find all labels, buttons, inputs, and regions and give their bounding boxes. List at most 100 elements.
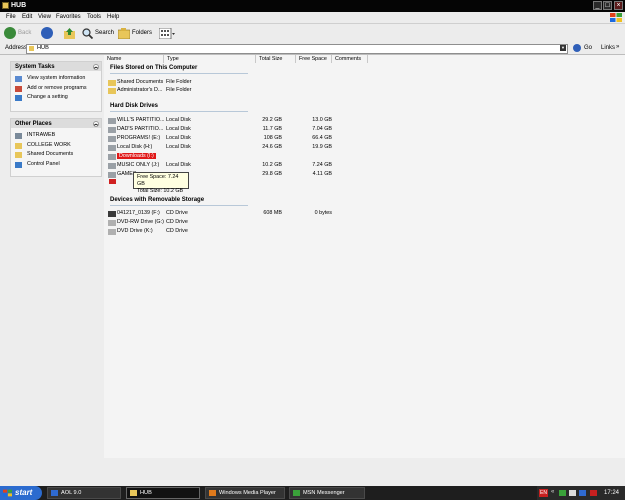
system-tasks-panel: System Tasks ︽ View system information A… xyxy=(10,61,102,112)
place-shared-documents[interactable]: Shared Documents xyxy=(11,151,101,161)
close-button[interactable]: × xyxy=(614,1,623,10)
go-button[interactable]: Go xyxy=(584,45,592,51)
messenger-icon[interactable] xyxy=(579,490,586,496)
menu-view[interactable]: View xyxy=(38,14,51,20)
network-icon[interactable] xyxy=(559,490,566,496)
links-chevron-icon[interactable]: » xyxy=(616,44,619,50)
title-bar[interactable]: HUB _ □ × xyxy=(0,0,625,12)
item-free: 19.9 GB xyxy=(312,144,332,150)
address-input[interactable]: HUB ▼ xyxy=(26,44,568,54)
hard-disk-icon xyxy=(108,172,116,178)
group-divider xyxy=(110,111,248,112)
tray-expand-icon[interactable]: « xyxy=(551,489,554,495)
taskbar-msn[interactable]: MSN Messenger xyxy=(289,487,365,499)
toolbar: Back Search Folders xyxy=(0,24,625,44)
item-free: 0 bytes xyxy=(314,210,332,216)
item-type: CD Drive xyxy=(166,228,188,234)
item-total: 29.2 GB xyxy=(262,117,282,123)
forward-arrow-icon[interactable] xyxy=(41,27,53,39)
start-button[interactable]: start xyxy=(0,486,42,500)
place-control-panel[interactable]: Control Panel xyxy=(11,161,101,171)
item-free: 4.11 GB xyxy=(312,171,332,177)
minimize-button[interactable]: _ xyxy=(593,1,602,10)
item-name: WILL'S PARTITIO... xyxy=(117,117,165,123)
taskbar: start AOL 9.0 HUB Windows Media Player M… xyxy=(0,486,625,500)
folders-button[interactable]: Folders xyxy=(132,30,152,36)
taskbar-hub[interactable]: HUB xyxy=(126,487,200,499)
up-folder-icon[interactable] xyxy=(64,28,75,39)
task-change-setting[interactable]: Change a setting xyxy=(11,94,101,104)
place-college-work[interactable]: COLLEGE WORK xyxy=(11,142,101,152)
item-type: File Folder xyxy=(166,79,192,85)
security-icon[interactable] xyxy=(590,490,597,496)
menu-bar: File Edit View Favorites Tools Help xyxy=(0,12,625,24)
item-free: 7.24 GB xyxy=(312,162,332,168)
hard-disk-icon xyxy=(108,118,116,124)
place-intraweb[interactable]: INTRAWEB xyxy=(11,132,101,142)
other-places-header[interactable]: Other Places ︽ xyxy=(11,119,101,128)
group-hdd-title: Hard Disk Drives xyxy=(110,103,159,109)
volume-icon[interactable] xyxy=(569,490,576,496)
column-total-size[interactable]: Total Size xyxy=(256,55,296,63)
task-add-remove-programs[interactable]: Add or remove programs xyxy=(11,85,101,95)
taskbar-button-label: HUB xyxy=(140,490,152,496)
item-name: Local Disk (H:) xyxy=(117,144,153,150)
column-type[interactable]: Type xyxy=(164,55,256,63)
folders-icon[interactable] xyxy=(118,28,130,39)
place-label: INTRAWEB xyxy=(27,132,56,138)
back-button-label[interactable]: Back xyxy=(18,30,31,36)
menu-favorites[interactable]: Favorites xyxy=(56,14,81,20)
menu-help[interactable]: Help xyxy=(107,14,119,20)
column-comments[interactable]: Comments xyxy=(332,55,368,63)
taskbar-aol[interactable]: AOL 9.0 xyxy=(47,487,121,499)
views-icon[interactable] xyxy=(159,28,175,39)
menu-tools[interactable]: Tools xyxy=(87,14,101,20)
search-icon[interactable] xyxy=(82,28,93,39)
group-removable-title: Devices with Removable Storage xyxy=(110,197,205,203)
item-type: Local Disk xyxy=(166,117,191,123)
item-name: DVD Drive (K:) xyxy=(117,228,153,234)
menu-edit[interactable]: Edit xyxy=(22,14,32,20)
drive-icon xyxy=(15,133,22,139)
search-button[interactable]: Search xyxy=(95,30,114,36)
collapse-chevron-icon[interactable]: ︽ xyxy=(93,64,99,70)
language-indicator[interactable]: EN xyxy=(539,489,548,497)
column-name[interactable]: Name xyxy=(104,55,164,63)
folder-icon xyxy=(130,490,137,496)
task-view-system-info[interactable]: View system information xyxy=(11,75,101,85)
system-tasks-header[interactable]: System Tasks ︽ xyxy=(11,62,101,71)
hard-disk-icon xyxy=(108,145,116,151)
cd-drive-icon xyxy=(108,211,116,217)
drag-cursor-icon xyxy=(109,179,116,184)
collapse-chevron-icon[interactable]: ︽ xyxy=(93,121,99,127)
item-free: 66.4 GB xyxy=(312,135,332,141)
windows-logo-icon xyxy=(610,13,622,22)
clock[interactable]: 17:24 xyxy=(604,490,619,496)
back-arrow-icon[interactable] xyxy=(4,27,16,39)
other-places-panel: Other Places ︽ INTRAWEB COLLEGE WORK Sha… xyxy=(10,118,102,177)
maximize-button[interactable]: □ xyxy=(603,1,612,10)
taskbar-button-label: MSN Messenger xyxy=(303,490,345,496)
task-label: View system information xyxy=(27,75,86,81)
aol-icon xyxy=(51,490,58,496)
taskbar-media-player[interactable]: Windows Media Player xyxy=(205,487,285,499)
item-name: 041217_0139 (F:) xyxy=(117,210,160,216)
system-tray: EN « 17:24 xyxy=(537,486,625,500)
system-info-icon xyxy=(15,76,22,82)
address-dropdown-icon[interactable]: ▼ xyxy=(560,45,566,51)
item-type: Local Disk xyxy=(166,135,191,141)
task-pane: System Tasks ︽ View system information A… xyxy=(0,55,104,458)
column-free-space[interactable]: Free Space xyxy=(296,55,332,63)
item-total: 24.6 GB xyxy=(262,144,282,150)
menu-file[interactable]: File xyxy=(6,14,16,20)
links-button[interactable]: Links xyxy=(601,45,615,51)
file-list: Name Type Total Size Free Space Comments… xyxy=(104,55,625,458)
windows-logo-icon xyxy=(3,489,12,497)
item-name: Shared Documents xyxy=(117,79,164,85)
place-label: Shared Documents xyxy=(27,151,74,157)
go-arrow-icon[interactable] xyxy=(573,44,581,52)
item-name: MUSIC ONLY (J:) xyxy=(117,162,160,168)
item-name: PROGRAMS! (E:) xyxy=(117,135,161,141)
item-total: 10.2 GB xyxy=(262,162,282,168)
item-type: CD Drive xyxy=(166,219,188,225)
